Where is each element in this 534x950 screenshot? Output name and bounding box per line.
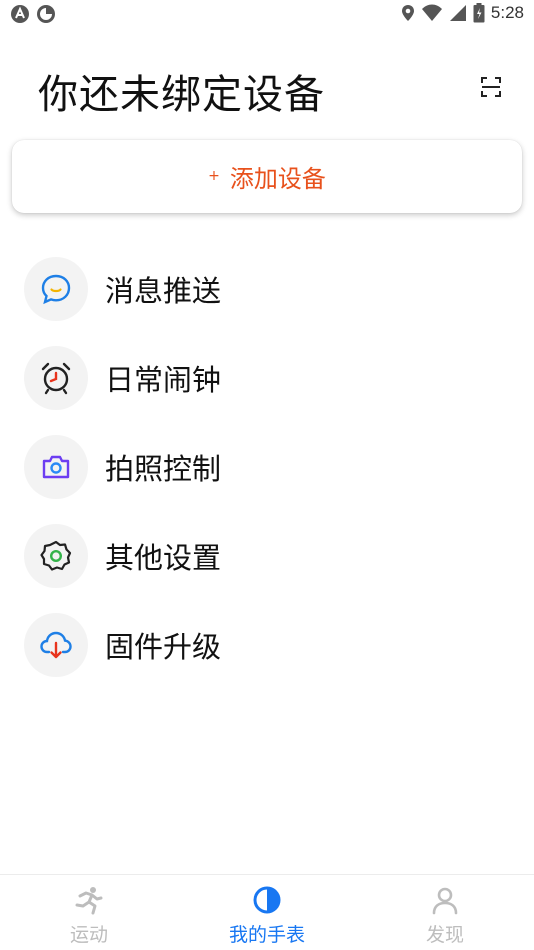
tab-discover-label: 发现 (425, 924, 464, 946)
bottom-nav: 运动 我的手表 发现 (0, 874, 534, 950)
menu-item-label: 其他设置 (105, 540, 222, 575)
add-device-button[interactable]: + 添加设备 (12, 140, 522, 213)
location-icon (401, 5, 414, 21)
cloud-download-icon (24, 612, 88, 677)
add-plus-icon: + (208, 167, 220, 184)
status-time: 5:28 (490, 3, 524, 22)
running-icon (75, 887, 103, 915)
person-icon (432, 887, 458, 915)
camera-icon (24, 434, 88, 499)
message-icon (24, 256, 88, 321)
menu-item-firmware-upgrade[interactable]: 固件升级 (0, 600, 534, 689)
add-device-label: 添加设备 (229, 165, 326, 193)
watch-icon (253, 886, 281, 914)
menu-item-other-settings[interactable]: 其他设置 (0, 511, 534, 600)
tab-sport[interactable]: 运动 (24, 875, 154, 950)
menu-item-label: 拍照控制 (105, 451, 222, 486)
menu-item-label: 日常闹钟 (105, 362, 222, 397)
tab-sport-label: 运动 (69, 924, 108, 946)
feature-menu: 消息推送 日常闹钟 拍照控制 其他设置 固件升级 (0, 244, 534, 689)
notification-icon-2 (37, 5, 55, 23)
alarm-icon (24, 345, 88, 410)
tab-discover[interactable]: 发现 (380, 875, 510, 950)
menu-item-alarm[interactable]: 日常闹钟 (0, 333, 534, 422)
signal-icon (449, 5, 466, 21)
tab-my-watch-label: 我的手表 (228, 924, 305, 946)
scan-icon[interactable] (480, 76, 502, 98)
notification-icon-1 (11, 5, 29, 23)
wifi-icon (421, 4, 442, 21)
menu-item-label: 固件升级 (105, 629, 222, 664)
menu-item-label: 消息推送 (105, 273, 222, 308)
menu-item-message-push[interactable]: 消息推送 (0, 244, 534, 333)
menu-item-camera-control[interactable]: 拍照控制 (0, 422, 534, 511)
page-title: 你还未绑定设备 (38, 72, 325, 118)
battery-icon (473, 3, 485, 23)
tab-my-watch[interactable]: 我的手表 (202, 875, 332, 950)
gear-icon (24, 523, 88, 588)
status-bar: 5:28 (0, 0, 534, 28)
